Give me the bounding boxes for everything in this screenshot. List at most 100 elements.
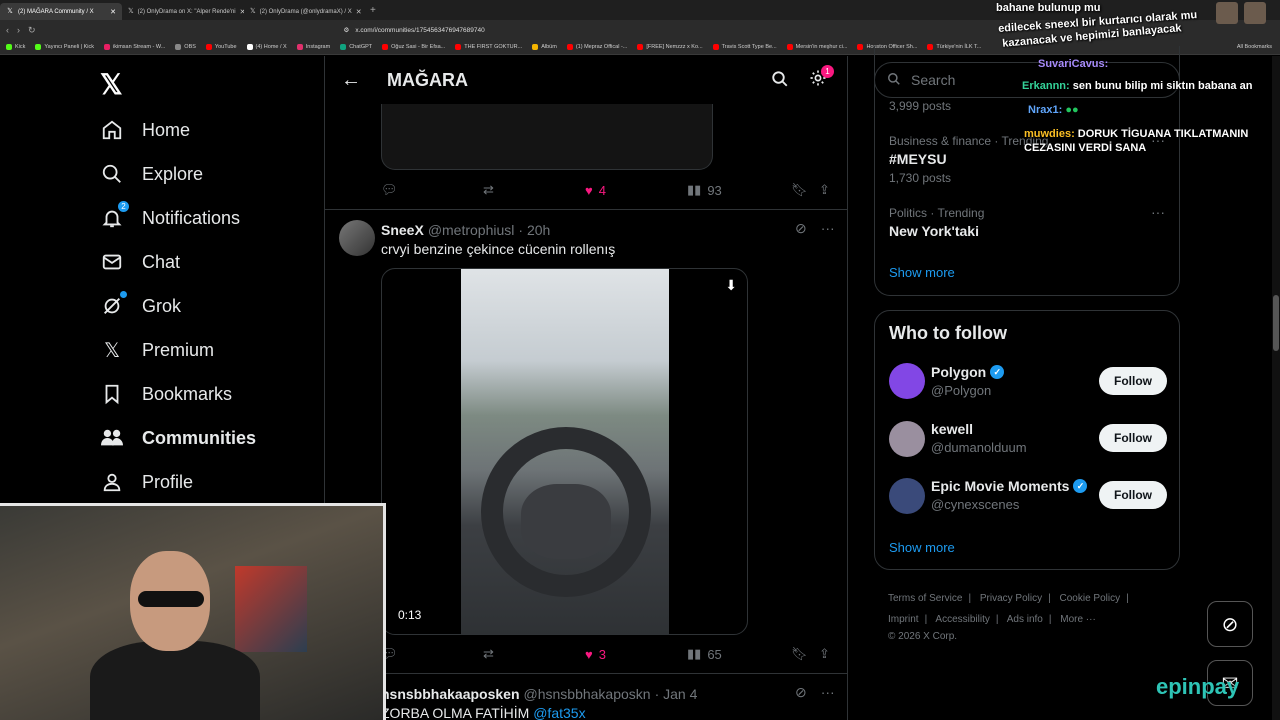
views-button[interactable]: ▮▮ 65: [687, 646, 722, 662]
bookmark-item[interactable]: OBS: [175, 44, 196, 50]
bookmark-item[interactable]: Kick: [6, 44, 25, 50]
x-favicon-icon: 𝕏: [7, 7, 13, 15]
grok-icon[interactable]: ⊘: [795, 220, 807, 237]
nav-notifications[interactable]: 2 Notifications: [100, 200, 241, 230]
close-tab-icon[interactable]: ✕: [356, 8, 362, 16]
retweet-icon[interactable]: ⇄: [483, 182, 494, 198]
author-handle[interactable]: @metrophiusl: [428, 222, 515, 238]
nav-label: Notifications: [142, 207, 241, 228]
follow-name-text: Epic Movie Moments: [931, 478, 1070, 494]
follow-name[interactable]: Epic Movie Moments ✓: [931, 478, 1088, 494]
nav-chat[interactable]: Chat: [100, 250, 180, 274]
share-icon[interactable]: ⇪: [819, 182, 830, 198]
x-logo-icon[interactable]: 𝕏: [100, 68, 123, 101]
copyright: © 2026 X Corp.: [888, 631, 958, 642]
author-name[interactable]: SneeX: [381, 222, 424, 238]
bookmark-label: ikimsan Stream - W...: [113, 44, 166, 50]
tweet-time[interactable]: · Jan 4: [655, 686, 698, 702]
chat-message: DORUK TİGUANA TIKLATMANIN: [1077, 128, 1249, 140]
bookmark-item[interactable]: THE FIRST GOKTUR...: [455, 44, 522, 50]
follow-button[interactable]: Follow: [1099, 367, 1167, 395]
follow-button[interactable]: Follow: [1099, 481, 1167, 509]
footer-link[interactable]: Accessibility: [935, 614, 989, 625]
mention-link[interactable]: @fat35x: [533, 705, 585, 720]
tweet-video[interactable]: ⬇ 0:13: [381, 268, 748, 635]
like-button[interactable]: ♥ 4: [585, 183, 606, 198]
author-handle[interactable]: @hsnsbbhakaposkn: [524, 686, 651, 702]
share-icon[interactable]: ⇪: [819, 646, 830, 662]
retweet-icon[interactable]: ⇄: [483, 646, 494, 662]
bookmark-item[interactable]: (1) Mepraz Offical -...: [566, 44, 627, 50]
bookmark-icon: [100, 382, 124, 406]
grok-float-button[interactable]: ⊘: [1207, 601, 1253, 647]
footer-link[interactable]: More ···: [1060, 614, 1096, 625]
tweet-time[interactable]: · 20h: [518, 222, 550, 238]
show-more-link[interactable]: Show more: [889, 265, 955, 280]
bookmark-item[interactable]: Albüm: [532, 44, 557, 50]
browser-tab-0[interactable]: 𝕏 (2) MAĞARA Community / X ✕: [0, 3, 122, 20]
trend-title[interactable]: New York'taki: [889, 223, 979, 239]
avatar[interactable]: [339, 220, 375, 256]
bookmark-item[interactable]: [FREE] Nemzzz x Ko...: [637, 44, 703, 50]
close-tab-icon[interactable]: ✕: [110, 8, 116, 16]
views-button[interactable]: ▮▮ 93: [687, 182, 722, 198]
bookmark-item[interactable]: ChatGPT: [340, 44, 372, 50]
download-icon[interactable]: ⬇: [725, 277, 737, 294]
more-icon[interactable]: ···: [821, 684, 835, 701]
address-bar[interactable]: ⚙ x.com/i/communities/175456347694768974…: [344, 26, 485, 35]
reply-icon[interactable]: 💬︎: [381, 182, 398, 198]
bookmark-item[interactable]: Oğuz Sasi - Bir Efsa...: [382, 44, 445, 50]
footer-link[interactable]: Cookie Policy: [1060, 593, 1121, 604]
follow-button[interactable]: Follow: [1099, 424, 1167, 452]
bookmark-item[interactable]: Yayıncı Paneli | Kick: [35, 44, 94, 50]
bookmark-item[interactable]: Instagram: [296, 44, 330, 50]
previous-tweet-media[interactable]: [381, 104, 713, 170]
bookmark-icon[interactable]: 🔖︎: [791, 646, 808, 662]
nav-profile[interactable]: Profile: [100, 470, 193, 494]
tweet-top-actions: ⊘ ···: [795, 220, 835, 237]
nav-communities[interactable]: Communities: [100, 426, 256, 450]
author-name[interactable]: hsnsbbhakaaposken: [381, 686, 520, 702]
grok-icon[interactable]: ⊘: [795, 684, 807, 701]
bookmark-icon[interactable]: 🔖︎: [791, 182, 808, 198]
avatar[interactable]: [889, 478, 925, 514]
nav-premium[interactable]: 𝕏 Premium: [100, 338, 214, 362]
back-arrow-icon[interactable]: ←: [341, 69, 361, 92]
scrollbar-thumb[interactable]: [1273, 295, 1279, 351]
reload-icon[interactable]: ↻: [28, 25, 36, 36]
forward-arrow-icon[interactable]: ›: [17, 25, 20, 35]
nav-explore[interactable]: Explore: [100, 162, 203, 186]
footer-link[interactable]: Ads info: [1007, 614, 1043, 625]
avatar[interactable]: [889, 363, 925, 399]
browser-tab-2[interactable]: 𝕏 (2) OnlyDrama (@onlydramaX) / X ✕: [244, 3, 366, 20]
more-icon[interactable]: ···: [821, 220, 835, 237]
site-info-icon[interactable]: ⚙: [344, 26, 350, 34]
chat-message: sen bunu bilip mi siktın babana an: [1072, 80, 1253, 92]
bookmark-item[interactable]: ikimsan Stream - W...: [104, 44, 165, 50]
footer-links: Terms of Service | Privacy Policy | Cookie…: [888, 588, 1168, 644]
footer-link[interactable]: Terms of Service: [888, 593, 962, 604]
nav-home[interactable]: Home: [100, 118, 190, 142]
nav-grok[interactable]: Grok: [100, 291, 181, 318]
settings-badge: 1: [821, 65, 834, 78]
avatar[interactable]: [889, 421, 925, 457]
nav-bookmarks[interactable]: Bookmarks: [100, 382, 232, 406]
show-more-link[interactable]: Show more: [889, 540, 955, 555]
bookmark-item[interactable]: (4) Home / X: [246, 44, 287, 50]
footer-link[interactable]: Privacy Policy: [980, 593, 1042, 604]
more-icon[interactable]: ···: [1151, 204, 1165, 220]
footer-link[interactable]: Imprint: [888, 614, 919, 625]
follow-name[interactable]: kewell: [931, 421, 973, 437]
bookmark-item[interactable]: Travis Scott Type Be...: [712, 44, 777, 50]
grok-icon: [100, 291, 127, 318]
bookmark-item[interactable]: Mersin'in meşhur ci...: [786, 44, 847, 50]
back-arrow-icon[interactable]: ‹: [6, 25, 9, 35]
search-icon[interactable]: [771, 70, 789, 93]
community-timeline: ← MAĞARA 1 💬︎ ⇄ ♥ 4 ▮▮ 93 🔖︎ ⇪ SneeX @metr…: [324, 56, 848, 720]
like-button[interactable]: ♥ 3: [585, 647, 606, 662]
follow-name[interactable]: Polygon ✓: [931, 364, 1005, 380]
new-tab-icon[interactable]: +: [370, 5, 376, 16]
browser-tab-1[interactable]: 𝕏 (2) OnlyDrama on X: "Alper Rende'ni ✕: [122, 3, 244, 20]
bookmark-item[interactable]: YouTube: [205, 44, 237, 50]
trend-title[interactable]: #MEYSU: [889, 151, 947, 167]
